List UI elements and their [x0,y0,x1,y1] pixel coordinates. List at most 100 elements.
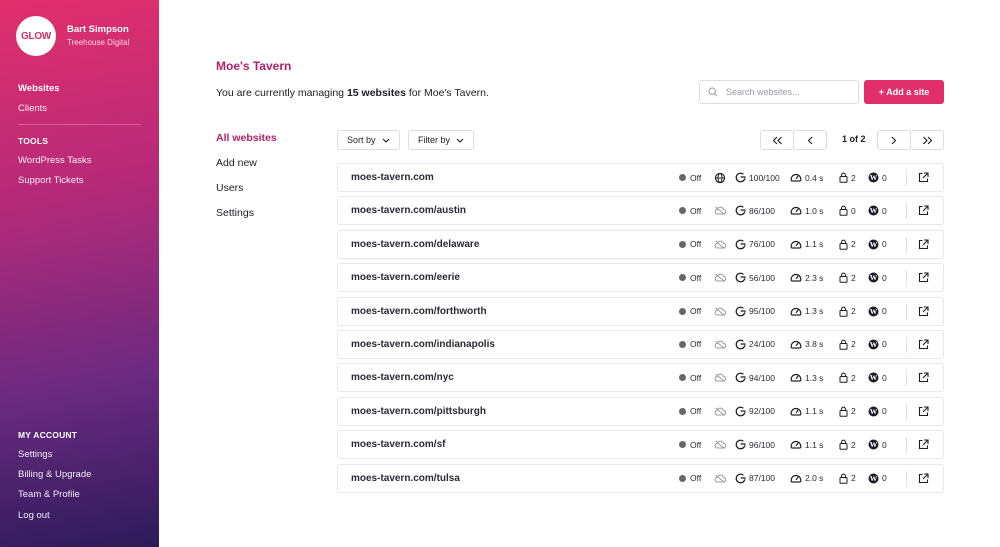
wordpress-updates: W0 [868,439,887,450]
cloud-icon [714,340,726,349]
status-dot [679,307,686,315]
wordpress-icon: W [868,306,879,317]
wordpress-icon: W [868,239,879,250]
sidebar-heading-tools: TOOLS [18,136,49,146]
external-link-icon[interactable] [918,339,929,350]
double-chevron-left-icon [772,136,783,145]
external-link-icon[interactable] [918,205,929,216]
svg-text:W: W [870,374,878,383]
subnav-all-websites[interactable]: All websites [216,132,277,144]
website-name[interactable]: moes-tavern.com/forthworth [351,306,487,317]
sidebar: GLOW Bart Simpson Treehouse Digital Webs… [0,0,159,547]
speedometer-icon [790,306,802,317]
lock-icon [839,439,848,450]
table-row[interactable]: moes-tavern.com/eerie Off 56/100 2.3 s 2… [337,263,944,293]
website-name[interactable]: moes-tavern.com/tulsa [351,473,460,484]
table-row[interactable]: moes-tavern.com/forthworth Off 95/100 1.… [337,296,944,326]
subnav-settings[interactable]: Settings [216,207,254,219]
website-name[interactable]: moes-tavern.com/pittsburgh [351,406,486,417]
row-divider [906,236,907,253]
page-speed: 1.0 s [790,205,823,216]
external-link-icon[interactable] [918,272,929,283]
google-score: 24/100 [735,339,775,350]
next-page-button[interactable] [877,130,911,150]
external-link-icon[interactable] [918,306,929,317]
speedometer-icon [790,339,802,350]
last-page-button[interactable] [910,130,944,150]
security-count: 2 [839,339,856,350]
page-speed: 2.0 s [790,473,823,484]
external-link-icon[interactable] [918,239,929,250]
wordpress-icon: W [868,473,879,484]
sidebar-item-log-out[interactable]: Log out [18,510,50,521]
sidebar-item-settings[interactable]: Settings [18,449,52,460]
subnav-add-new[interactable]: Add new [216,157,257,169]
prev-page-button[interactable] [793,130,827,150]
google-icon [735,172,746,183]
security-count: 2 [839,473,856,484]
status-dot [679,407,686,415]
table-row[interactable]: moes-tavern.com/tulsa Off 87/100 2.0 s 2… [337,463,944,493]
website-name[interactable]: moes-tavern.com/eerie [351,272,460,283]
sidebar-item-team-profile[interactable]: Team & Profile [18,489,80,500]
sidebar-divider [18,124,141,125]
website-name[interactable]: moes-tavern.com/nyc [351,372,454,383]
table-row[interactable]: moes-tavern.com/austin Off 86/100 1.0 s … [337,196,944,226]
sidebar-item-websites[interactable]: Websites [18,83,60,94]
table-row[interactable]: moes-tavern.com/nyc Off 94/100 1.3 s 2 W… [337,363,944,393]
lock-icon [839,205,848,217]
search-box[interactable] [699,80,859,104]
website-name[interactable]: moes-tavern.com [351,172,434,183]
table-row[interactable]: moes-tavern.com/sf Off 96/100 1.1 s 2 W0 [337,430,944,460]
status-indicator: Off [679,373,701,383]
sidebar-item-support-tickets[interactable]: Support Tickets [18,175,83,186]
external-link-icon[interactable] [918,472,929,484]
speedometer-icon [790,172,802,183]
google-icon [735,306,746,317]
cloud-icon [714,474,726,483]
svg-text:W: W [870,307,878,316]
security-count: 2 [839,272,856,283]
external-link-icon[interactable] [918,372,929,383]
website-name[interactable]: moes-tavern.com/sf [351,439,445,450]
google-icon [735,439,746,450]
profile[interactable]: GLOW Bart Simpson Treehouse Digital [16,16,129,56]
lock-icon [839,473,848,484]
website-name[interactable]: moes-tavern.com/delaware [351,239,479,250]
page-indicator: 1 of 2 [842,134,866,144]
google-score: 95/100 [735,306,775,317]
status-indicator: Off [679,440,701,450]
sidebar-item-wordpress-tasks[interactable]: WordPress Tasks [18,155,92,166]
table-row[interactable]: moes-tavern.com/indianapolis Off 24/100 … [337,329,944,359]
sidebar-item-clients[interactable]: Clients [18,103,47,114]
security-count: 0 [839,205,856,217]
security-count: 2 [839,306,856,317]
speedometer-icon [790,372,802,383]
filter-by-dropdown[interactable]: Filter by [408,130,475,150]
status-dot [679,240,686,248]
sort-by-dropdown[interactable]: Sort by [337,130,400,150]
google-score: 96/100 [735,439,775,450]
external-link-icon[interactable] [918,406,929,417]
external-link-icon[interactable] [918,439,929,450]
page-speed: 1.3 s [790,372,823,383]
search-input[interactable] [726,87,851,97]
cloud-icon [714,273,726,283]
page-speed: 1.3 s [790,306,823,317]
website-name[interactable]: moes-tavern.com/austin [351,205,466,216]
page-title: Moe's Tavern [216,59,292,73]
sidebar-item-billing[interactable]: Billing & Upgrade [18,469,91,480]
external-link-icon[interactable] [918,172,929,183]
table-row[interactable]: moes-tavern.com/delaware Off 76/100 1.1 … [337,229,944,259]
table-row[interactable]: moes-tavern.com/pittsburgh Off 92/100 1.… [337,396,944,426]
table-row[interactable]: moes-tavern.com Off 100/100 0.4 s 2 W0 [337,163,944,192]
status-dot [679,474,686,482]
svg-text:W: W [870,240,878,249]
google-score: 87/100 [735,473,775,484]
managing-summary: You are currently managing 15 websites f… [216,87,489,99]
first-page-button[interactable] [760,130,794,150]
website-name[interactable]: moes-tavern.com/indianapolis [351,339,495,350]
lock-icon [839,239,848,250]
add-site-button[interactable]: + Add a site [864,80,944,104]
subnav-users[interactable]: Users [216,182,243,194]
